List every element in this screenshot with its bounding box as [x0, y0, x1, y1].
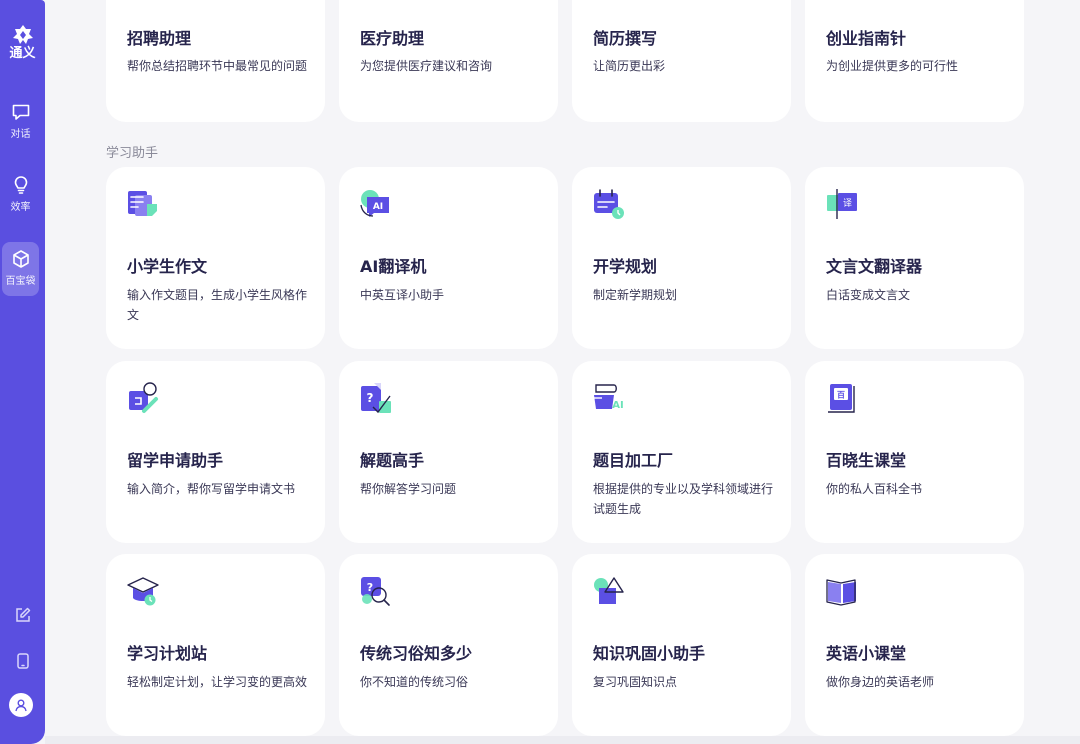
lightbulb-icon — [14, 176, 27, 194]
assistant-card-medical[interactable]: 医疗助理 为您提供医疗建议和咨询 — [339, 0, 558, 122]
card-title: 英语小课堂 — [826, 644, 907, 663]
card-title: 留学申请助手 — [127, 451, 224, 470]
card-title: AI翻译机 — [360, 257, 427, 276]
encyclopedia-icon: 百 — [828, 384, 855, 413]
icon-glyph: AI — [612, 400, 623, 411]
card-description: 输入简介，帮你写留学申请文书 — [127, 482, 296, 496]
card-title: 传统习俗知多少 — [360, 644, 473, 663]
nav-label-chat: 对话 — [10, 129, 31, 140]
icon-glyph: 百 — [837, 391, 845, 400]
assistant-card-essay[interactable]: 小学生作文 输入作文题目，生成小学生风格作文 — [106, 167, 325, 349]
assistant-card-ai-translator[interactable]: AI AI翻译机 中英互译小助手 — [339, 167, 558, 349]
sidebar: 通义 对话 效率 百宝袋 — [0, 0, 45, 744]
cube-icon — [12, 250, 29, 268]
calendar-icon — [594, 189, 624, 219]
brand-name: 通义 — [9, 46, 36, 61]
edit-button[interactable] — [0, 606, 45, 624]
bottom-scroll-edge — [45, 736, 1080, 744]
card-description: 你不知道的传统习俗 — [360, 675, 469, 689]
question-solve-icon: ? — [361, 383, 391, 414]
search-question-icon: ? — [361, 577, 390, 606]
card-title: 小学生作文 — [127, 257, 208, 276]
assistant-card-semester-plan[interactable]: 开学规划 制定新学期规划 — [572, 167, 791, 349]
section-title: 学习助手 — [106, 146, 159, 161]
assistant-card-knowledge-review[interactable]: 知识巩固小助手 复习巩固知识点 — [572, 554, 791, 736]
assistant-card-resume[interactable]: 简历撰写 让简历更出彩 — [572, 0, 791, 122]
card-title: 解题高手 — [360, 451, 425, 470]
icon-glyph: AI — [373, 202, 383, 212]
nav-item-toolbox[interactable]: 百宝袋 — [2, 242, 39, 296]
classical-translate-icon: 译 — [827, 189, 857, 219]
assistant-card-problem-solver[interactable]: ? 解题高手 帮你解答学习问题 — [339, 361, 558, 543]
card-description: 白话变成文言文 — [826, 288, 911, 302]
assistant-card-english-class[interactable]: 英语小课堂 做你身边的英语老师 — [805, 554, 1024, 736]
card-title: 创业指南针 — [826, 29, 907, 48]
nav-item-chat[interactable]: 对话 — [2, 95, 39, 149]
card-title: 知识巩固小助手 — [593, 644, 706, 663]
shapes-icon — [594, 577, 624, 604]
icon-glyph: ? — [367, 391, 374, 405]
essay-icon — [128, 191, 157, 216]
study-abroad-icon — [129, 382, 158, 413]
assistant-card-study-abroad[interactable]: 留学申请助手 输入简介，帮你写留学申请文书 — [106, 361, 325, 543]
card-description: 为创业提供更多的可行性 — [826, 59, 959, 73]
card-title: 开学规划 — [593, 257, 658, 276]
card-title: 题目加工厂 — [593, 451, 674, 470]
card-description: 中英互译小助手 — [360, 288, 445, 302]
tablet-icon — [16, 653, 29, 669]
icon-glyph: 译 — [843, 198, 852, 209]
card-title: 简历撰写 — [593, 29, 658, 48]
card-description: 帮你总结招聘环节中最常见的问题 — [127, 59, 308, 73]
card-description: 做你身边的英语老师 — [826, 675, 935, 689]
assistant-card-recruiting[interactable]: 招聘助理 帮你总结招聘环节中最常见的问题 — [106, 0, 325, 122]
card-description: 为您提供医疗建议和咨询 — [360, 59, 493, 73]
card-title: 招聘助理 — [127, 29, 192, 48]
user-icon — [15, 699, 27, 712]
card-description: 你的私人百科全书 — [826, 482, 923, 496]
card-description: 让简历更出彩 — [593, 59, 666, 73]
card-description: 根据提供的专业以及学科领域进行试题生成 — [593, 482, 774, 516]
card-title: 百晓生课堂 — [826, 451, 907, 470]
card-description: 复习巩固知识点 — [593, 675, 678, 689]
card-description: 帮你解答学习问题 — [360, 482, 457, 496]
brand-logo-icon — [12, 25, 33, 44]
question-factory-icon: AI — [594, 384, 624, 411]
card-description: 制定新学期规划 — [593, 288, 678, 302]
assistant-card-traditions[interactable]: ? 传统习俗知多少 你不知道的传统习俗 — [339, 554, 558, 736]
assistant-card-classical-chinese[interactable]: 译 文言文翻译器 白话变成文言文 — [805, 167, 1024, 349]
card-title: 文言文翻译器 — [826, 257, 923, 276]
user-avatar[interactable] — [9, 693, 33, 717]
assistant-card-startup[interactable]: 创业指南针 为创业提供更多的可行性 — [805, 0, 1024, 122]
assistant-card-question-factory[interactable]: AI 题目加工厂 根据提供的专业以及学科领域进行试题生成 — [572, 361, 791, 543]
mobile-button[interactable] — [0, 652, 45, 670]
ai-translate-icon: AI — [360, 190, 389, 217]
edit-icon — [15, 607, 30, 622]
card-title: 医疗助理 — [360, 29, 425, 48]
card-description: 输入作文题目，生成小学生风格作文 — [127, 288, 308, 322]
brand-logo[interactable]: 通义 — [0, 24, 45, 61]
assistant-card-study-plan[interactable]: 学习计划站 轻松制定计划，让学习变的更高效 — [106, 554, 325, 736]
open-book-icon — [826, 579, 856, 606]
nav-label-efficiency: 效率 — [10, 202, 31, 213]
chat-bubble-icon — [12, 104, 29, 120]
card-description: 轻松制定计划，让学习变的更高效 — [127, 675, 308, 689]
card-title: 学习计划站 — [127, 644, 208, 663]
graduation-cap-icon — [127, 577, 159, 606]
nav-label-toolbox: 百宝袋 — [5, 276, 36, 287]
assistant-card-encyclopedia[interactable]: 百 百晓生课堂 你的私人百科全书 — [805, 361, 1024, 543]
nav-item-efficiency[interactable]: 效率 — [2, 168, 39, 222]
